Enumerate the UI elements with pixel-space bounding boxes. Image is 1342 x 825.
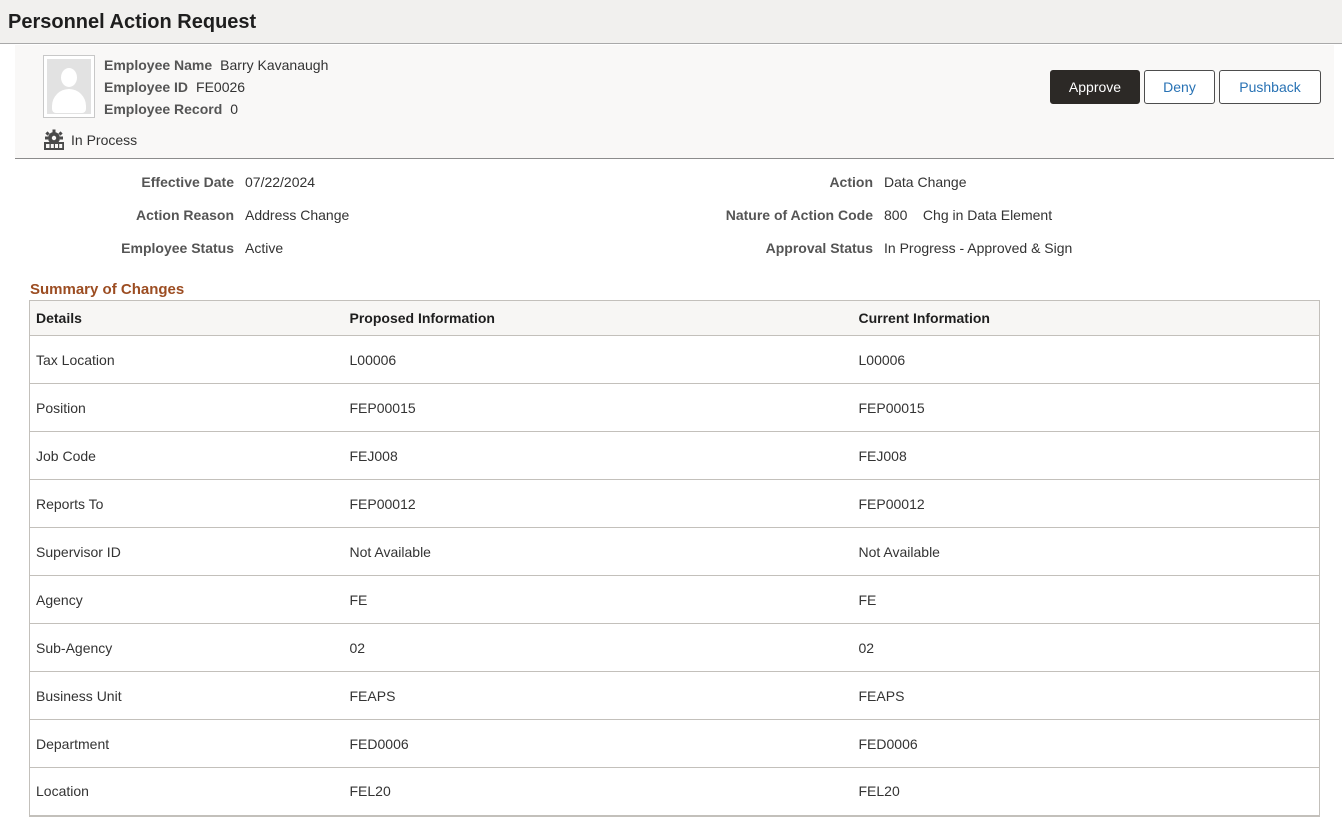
nature-of-action-value: 800 Chg in Data Element <box>884 207 1053 223</box>
table-row: Reports To FEP00012 FEP00012 <box>29 479 1320 528</box>
cell-current: FEP00015 <box>852 383 1320 432</box>
summary-table: Details Proposed Information Current Inf… <box>29 300 1320 817</box>
deny-button[interactable]: Deny <box>1144 70 1215 104</box>
employee-name-label: Employee Name <box>104 57 213 73</box>
nature-of-action-row: Nature of Action Code 800 Chg in Data El… <box>0 203 1342 227</box>
cell-proposed: FEJ008 <box>343 431 853 480</box>
cell-proposed: L00006 <box>343 335 853 384</box>
employee-banner: Employee Name Barry Kavanaugh Employee ID… <box>15 45 1334 159</box>
cell-details: Sub-Agency <box>29 623 344 672</box>
cell-current: FEL20 <box>858 783 900 800</box>
employee-record-label: Employee Record <box>104 101 223 117</box>
summary-of-changes-title: Summary of Changes <box>30 281 185 298</box>
employee-id-row: Employee ID FE0026 <box>104 77 328 99</box>
approve-button[interactable]: Approve <box>1050 70 1140 104</box>
table-row: Location FEL20 FEL20 <box>30 768 1320 816</box>
cell-details: Job Code <box>29 431 344 480</box>
table-row: Tax Location L00006 L00006 <box>29 335 1320 384</box>
approval-status-value: In Progress - Approved & Sign <box>884 240 1073 256</box>
employee-fields: Employee Name Barry Kavanaugh Employee ID… <box>104 55 328 121</box>
cell-details: Department <box>29 719 344 768</box>
page-header: Personnel Action Request <box>0 0 1342 44</box>
cell-proposed: FED0006 <box>343 719 853 768</box>
status-text: In Process <box>71 132 138 148</box>
table-row: Agency FE FE <box>29 575 1320 624</box>
table-row: Position FEP00015 FEP00015 <box>29 383 1320 432</box>
cell-current: FEP00012 <box>852 479 1320 528</box>
cell-proposed: FEP00015 <box>343 383 853 432</box>
action-label: Action <box>829 174 873 190</box>
table-row: Business Unit FEAPS FEAPS <box>29 671 1320 720</box>
table-row: Sub-Agency 02 02 <box>29 623 1320 672</box>
column-header-proposed: Proposed Information <box>343 300 853 336</box>
action-row: Action Data Change <box>0 170 1342 194</box>
process-status: In Process <box>43 129 137 151</box>
gear-process-icon <box>44 129 64 150</box>
cell-current: 02 <box>852 623 1320 672</box>
table-row: Job Code FEJ008 FEJ008 <box>29 431 1320 480</box>
cell-current: FEJ008 <box>852 431 1320 480</box>
cell-current: Not Available <box>852 527 1320 576</box>
approval-status-row: Approval Status In Progress - Approved &… <box>0 236 1342 260</box>
column-header-details: Details <box>29 300 344 336</box>
cell-proposed: FEP00012 <box>343 479 853 528</box>
cell-current: FE <box>852 575 1320 624</box>
cell-details: Supervisor ID <box>29 527 344 576</box>
employee-record-value: 0 <box>230 101 239 117</box>
cell-proposed: Not Available <box>343 527 853 576</box>
page-title: Personnel Action Request <box>8 11 257 33</box>
cell-details: Tax Location <box>29 335 344 384</box>
employee-name-row: Employee Name Barry Kavanaugh <box>104 55 328 77</box>
cell-details: Location <box>36 783 89 800</box>
table-row: Department FED0006 FED0006 <box>29 719 1320 768</box>
cell-details: Position <box>29 383 344 432</box>
cell-proposed: FE <box>343 575 853 624</box>
cell-current: L00006 <box>852 335 1320 384</box>
nature-of-action-label: Nature of Action Code <box>725 207 873 223</box>
approval-status-label: Approval Status <box>765 240 873 256</box>
column-header-current: Current Information <box>852 300 1320 336</box>
employee-record-row: Employee Record 0 <box>104 99 328 121</box>
table-row: Supervisor ID Not Available Not Availabl… <box>29 527 1320 576</box>
action-value: Data Change <box>884 174 967 190</box>
person-placeholder-icon <box>47 59 91 114</box>
employee-id-label: Employee ID <box>104 79 189 95</box>
employee-id-value: FE0026 <box>196 79 246 95</box>
cell-proposed: FEAPS <box>343 671 853 720</box>
cell-current: FEAPS <box>852 671 1320 720</box>
employee-name-value: Barry Kavanaugh <box>220 57 329 73</box>
cell-details: Business Unit <box>29 671 344 720</box>
cell-details: Reports To <box>29 479 344 528</box>
avatar <box>43 55 95 118</box>
table-header-row: Details Proposed Information Current Inf… <box>29 300 1320 336</box>
pushback-button[interactable]: Pushback <box>1219 70 1321 104</box>
cell-current: FED0006 <box>852 719 1320 768</box>
cell-details: Agency <box>29 575 344 624</box>
cell-proposed: FEL20 <box>349 783 391 800</box>
cell-proposed: 02 <box>343 623 853 672</box>
